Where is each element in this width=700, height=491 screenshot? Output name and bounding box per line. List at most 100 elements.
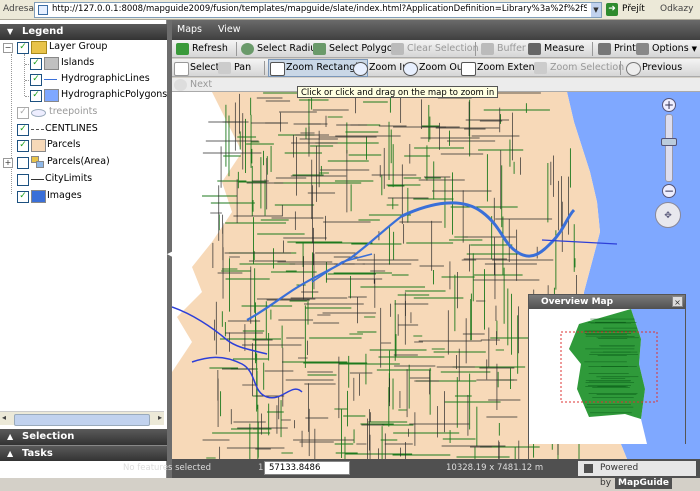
measure-icon [528,43,541,55]
close-icon[interactable]: × [672,296,683,307]
buffer-button[interactable]: Buffer [480,41,526,57]
folder-icon [31,41,47,54]
selection-panel-header[interactable]: ▲ Selection [0,429,167,445]
overview-map-header[interactable]: Overview Map [529,295,685,309]
overview-title: Overview Map [541,297,614,307]
tooltip: Click or click and drag on the map to zo… [297,86,499,98]
previous-view-button[interactable]: Previous [625,60,682,76]
dropdown-arrow-icon: ▼ [691,45,698,53]
zoom-in-button[interactable]: Zoom In [352,60,408,76]
back-arrow-icon [626,62,641,76]
scroll-left-icon[interactable]: ◂ [2,413,6,422]
forward-arrow-icon [174,79,187,91]
url-text[interactable]: http://127.0.0.1:8008/mapguide2009/fusio… [52,4,587,14]
tasks-title: Tasks [22,448,53,459]
zoom-extents-button[interactable]: Zoom Extents [460,60,543,76]
select-polygon-icon [313,43,326,55]
legend-label: Parcels(Area) [47,156,110,167]
polygon-swatch-icon [44,57,59,70]
legend-panel-header[interactable]: ▼ Legend [0,24,167,40]
zoom-in-icon[interactable]: + [662,98,676,112]
menu-maps[interactable]: Maps [177,24,202,35]
legend-label: Islands [61,57,95,68]
go-arrow-icon[interactable]: ➜ [606,3,618,16]
print-button[interactable]: Print [597,41,636,57]
scroll-right-icon[interactable]: ▸ [158,413,162,422]
clear-selection-icon [391,43,404,55]
legend-title: Legend [22,26,64,37]
zoom-in-icon [353,62,368,76]
legend-label: CENTLINES [45,123,98,134]
tree-line [11,54,12,194]
parcels-area-checkbox[interactable]: ✓ [17,157,29,169]
clear-selection-button[interactable]: Clear Selection [390,41,479,57]
legend-label: CityLimits [45,173,93,184]
overview-canvas[interactable] [529,309,685,444]
overview-map: Overview Map × [528,294,686,444]
hydrographic-polygons-checkbox[interactable]: ✓ [30,90,42,102]
collapse-icon: ▼ [7,27,14,36]
zoom-out-icon[interactable]: − [662,184,676,198]
zoom-slider-thumb[interactable] [661,138,677,146]
zoom-extents-icon [461,62,476,76]
scroll-thumb[interactable] [14,414,150,426]
zoom-out-button[interactable]: Zoom Out [402,60,467,76]
url-dropdown-icon[interactable]: ▼ [591,3,601,17]
hand-icon [218,62,231,74]
links-button[interactable]: Odkazy [660,4,693,14]
legend-label: Images [47,190,82,201]
select-radius-icon [241,43,254,55]
citylimits-checkbox[interactable]: ✓ [17,174,29,186]
legend-tree: − ✓ Layer Group ✓ Islands ✓ Hydrographic… [0,40,167,429]
pan-button[interactable]: Pan [217,60,251,76]
select-polygon-button[interactable]: Select Polygon [312,41,399,57]
polygon-swatch-icon [31,139,46,152]
themed-layer-icon [31,156,44,168]
hydrographic-lines-checkbox[interactable]: ✓ [30,74,42,86]
measure-button[interactable]: Measure [527,41,584,57]
zoom-selection-button[interactable]: Zoom Selection [533,60,624,76]
expand-icon: ▲ [7,449,14,458]
powered-by-badge[interactable]: Powered by MapGuide [578,461,696,489]
refresh-icon [176,43,189,55]
legend-horizontal-scrollbar[interactable]: ◂ ▸ [0,411,164,426]
legend-label: Layer Group [49,41,108,52]
collapse-toggle-icon[interactable]: − [3,43,13,53]
scale-input[interactable]: 57133.8486 [264,461,350,475]
refresh-button[interactable]: Refresh [175,41,228,57]
selection-title: Selection [22,431,75,442]
expand-icon: ▲ [7,432,14,441]
brand-label: MapGuide [615,477,672,489]
line-swatch-icon [44,79,57,80]
browser-address-bar: Adresa http://127.0.0.1:8008/mapguide200… [0,0,700,20]
centlines-checkbox[interactable]: ✓ [17,124,29,136]
tree-line [24,54,25,96]
address-label: Adresa [3,4,34,14]
next-view-button[interactable]: Next [173,77,212,93]
images-checkbox[interactable]: ✓ [17,191,29,203]
main-toolbar: Refresh Select Radius Select Polygon Cle… [172,40,700,58]
islands-checkbox[interactable]: ✓ [30,58,42,70]
treepoints-checkbox[interactable]: ✓ [17,107,29,119]
pan-control-icon[interactable]: ✥ [655,202,681,228]
select-button[interactable]: Select [173,60,219,76]
layer-group-checkbox[interactable]: ✓ [17,42,29,54]
menu-bar: Maps View [172,20,700,40]
go-button[interactable]: Přejít [622,4,645,14]
zoom-selection-icon [534,62,547,74]
pointer-icon [174,62,189,76]
raster-image-icon [31,190,46,203]
legend-label: Parcels [47,139,81,150]
legend-label: HydrographicLines [61,73,150,84]
menu-view[interactable]: View [218,24,241,35]
mapguide-logo-icon [584,464,593,473]
select-radius-button[interactable]: Select Radius [240,41,321,57]
zoom-slider[interactable]: + − ✥ [654,98,682,248]
buffer-icon [481,43,494,55]
expand-toggle-icon[interactable]: + [3,158,13,168]
tasks-panel-header[interactable]: ▲ Tasks [0,445,167,461]
options-button[interactable]: Options ▼ [635,41,697,57]
parcels-checkbox[interactable]: ✓ [17,140,29,152]
scale-range-icon [31,109,46,117]
zoom-slider-track[interactable] [665,114,673,182]
